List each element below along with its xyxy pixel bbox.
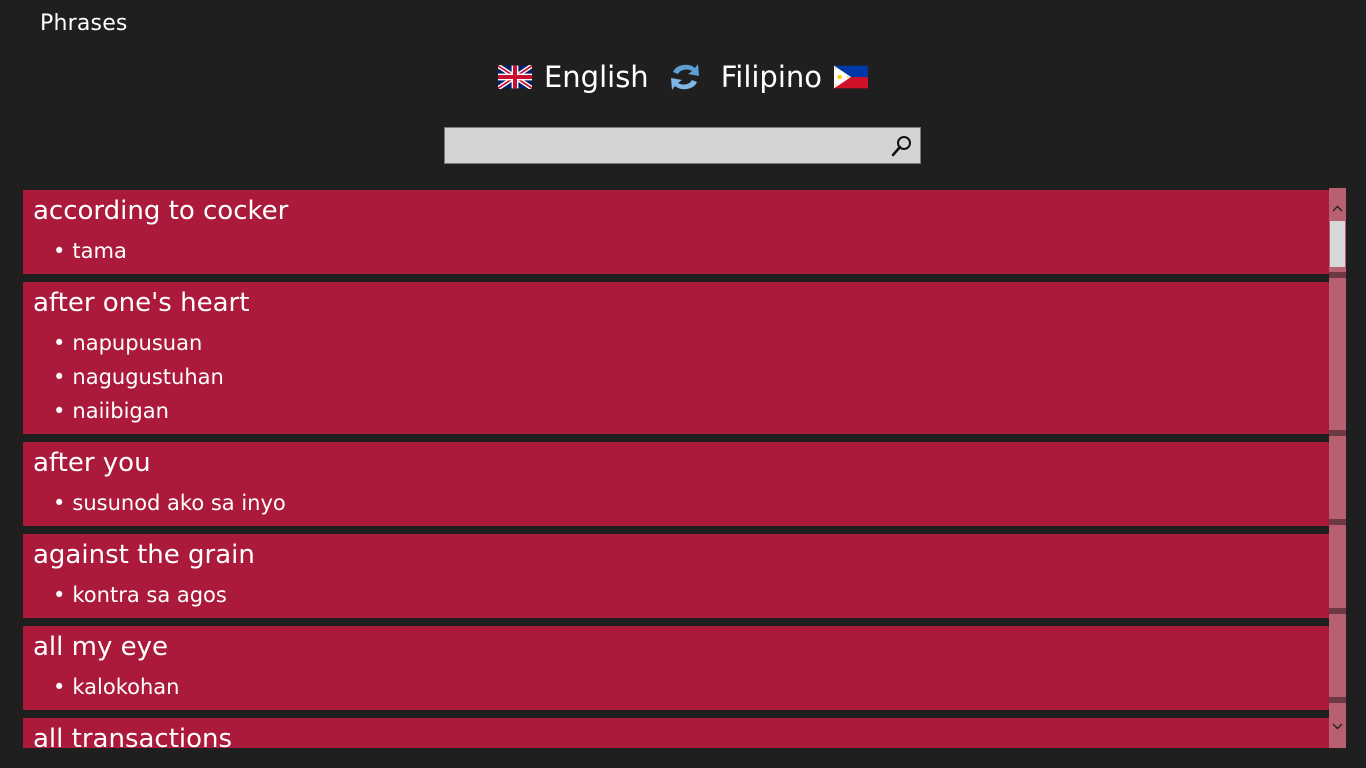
phrase-entry[interactable]: after one's heart • napupusuan • nagugustuha… <box>23 282 1330 434</box>
scrollbar-divider <box>1329 697 1346 703</box>
phrase-title: according to cocker <box>33 196 289 226</box>
bullet-icon: • <box>53 675 66 699</box>
translation-item: • susunod ako sa inyo <box>33 486 1320 520</box>
phrase-title: after you <box>33 448 151 478</box>
translation-text: kalokohan <box>72 675 180 699</box>
scroll-up-button[interactable] <box>1329 198 1346 218</box>
scrollbar-thumb[interactable] <box>1330 221 1345 267</box>
phrase-entry[interactable]: all transactions <box>23 718 1330 748</box>
translation-item: • kontra sa agos <box>33 578 1320 612</box>
scrollbar-divider <box>1329 272 1346 278</box>
phrase-entry[interactable]: against the grain • kontra sa agos <box>23 534 1330 618</box>
search-box <box>444 127 921 164</box>
bullet-icon: • <box>53 491 66 515</box>
phrase-title: against the grain <box>33 540 255 570</box>
source-language-label[interactable]: English <box>544 59 649 95</box>
translation-text: tama <box>72 239 127 263</box>
phrase-title: all transactions <box>33 724 233 748</box>
translation-text: susunod ako sa inyo <box>72 491 286 515</box>
scrollbar-divider <box>1329 430 1346 436</box>
translation-text: nagugustuhan <box>72 365 224 389</box>
translation-text: naiibigan <box>72 399 169 423</box>
phrase-title: all my eye <box>33 632 169 662</box>
swap-languages-icon[interactable] <box>665 57 705 97</box>
translation-item: • tama <box>33 234 1320 268</box>
phrase-entry[interactable]: after you • susunod ako sa inyo <box>23 442 1330 526</box>
bullet-icon: • <box>53 365 66 389</box>
phrase-entry[interactable]: according to cocker • tama <box>23 190 1330 274</box>
scrollbar-divider <box>1329 608 1346 614</box>
bullet-icon: • <box>53 399 66 423</box>
translation-item: • kalokohan <box>33 670 1320 704</box>
chevron-down-icon <box>1332 723 1343 729</box>
bullet-icon: • <box>53 583 66 607</box>
translation-text: kontra sa agos <box>72 583 227 607</box>
translation-text: napupusuan <box>72 331 203 355</box>
scrollbar[interactable] <box>1329 188 1346 748</box>
chevron-up-icon <box>1332 205 1343 211</box>
search-icon[interactable] <box>890 134 914 158</box>
scroll-down-button[interactable] <box>1329 716 1346 736</box>
translation-item: • nagugustuhan <box>33 360 1320 394</box>
uk-flag-icon <box>497 65 532 89</box>
scrollbar-divider <box>1329 519 1346 525</box>
phrase-entry[interactable]: all my eye • kalokohan <box>23 626 1330 710</box>
search-input[interactable] <box>445 128 885 163</box>
philippines-flag-icon <box>834 65 869 89</box>
bullet-icon: • <box>53 239 66 263</box>
phrase-list[interactable]: according to cocker • tama after one's hear… <box>23 190 1330 748</box>
bullet-icon: • <box>53 331 66 355</box>
app-title: Phrases <box>40 11 128 36</box>
translation-item: • naiibigan <box>33 394 1320 428</box>
scrollbar-track[interactable] <box>1329 188 1346 748</box>
translation-item: • napupusuan <box>33 326 1320 360</box>
phrase-title: after one's heart <box>33 288 250 318</box>
language-selector: English Filipino <box>0 52 1366 102</box>
target-language-label[interactable]: Filipino <box>721 59 822 95</box>
